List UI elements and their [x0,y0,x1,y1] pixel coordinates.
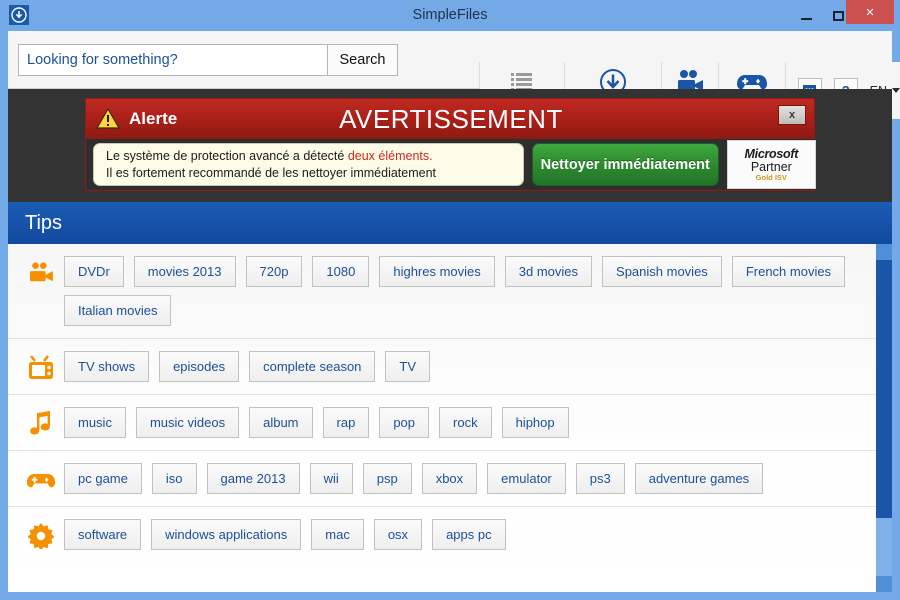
tv-icon [26,353,56,383]
chevron-down-icon [892,88,900,93]
tag-button[interactable]: apps pc [432,519,506,550]
advertisement-body: Le système de protection avancé a détect… [86,139,816,190]
minimize-button[interactable] [790,0,822,31]
tag-button[interactable]: French movies [731,256,846,287]
maximize-icon [832,10,844,21]
tag-button[interactable]: highres movies [379,256,495,287]
tag-button[interactable]: mac [311,519,364,550]
tag-button[interactable]: music [64,407,126,438]
title-bar: SimpleFiles × [0,0,900,31]
tag-button[interactable]: psp [362,463,412,494]
partner-brand: Microsoft [744,147,799,161]
tag-row-tv: TV shows episodes complete season TV [8,338,892,394]
tips-content: DVDr movies 2013 720p 1080 highres movies 3d … [8,244,892,592]
video-camera-icon [26,258,56,288]
tag-list: music music videos album rap pop rock hiphop [64,407,892,438]
tag-button[interactable]: rap [322,407,370,438]
tag-button[interactable]: 1080 [312,256,370,287]
tag-button[interactable]: xbox [421,463,478,494]
scroll-down-button[interactable] [876,576,892,592]
advertisement-band: AVERTISSEMENT Alerte x Le système de pro… [8,89,892,202]
partner-tier: Partner [750,160,792,174]
advertisement-message: Le système de protection avancé a détect… [93,143,524,186]
tag-button[interactable]: pc game [64,463,142,494]
tag-button[interactable]: DVDr [64,256,124,287]
gamepad-icon [26,465,56,495]
tag-row-games: pc game iso game 2013 wii psp xbox emulator ps3… [8,450,892,506]
tag-button[interactable]: game 2013 [206,463,300,494]
search-box: Search [18,44,398,76]
tag-button[interactable]: 3d movies [504,256,593,287]
tag-button[interactable]: pop [379,407,430,438]
tag-button[interactable]: movies 2013 [133,256,236,287]
tag-button[interactable]: adventure games [634,463,764,494]
scroll-up-button[interactable] [876,244,892,260]
tips-header: Tips [8,202,892,244]
tag-button[interactable]: software [64,519,142,550]
tag-row-software: software windows applications mac osx apps p… [8,506,892,562]
gear-icon [26,521,56,551]
partner-level: Gold ISV [755,173,787,182]
advertisement-clean-button[interactable]: Nettoyer immédiatement [531,143,719,186]
advertisement-close-button[interactable]: x [778,105,806,125]
tag-button[interactable]: episodes [159,351,240,382]
window-title: SimpleFiles [412,7,488,23]
advertisement-message-highlight: deux éléments. [347,148,433,163]
advertisement-headline: AVERTISSEMENT [339,104,563,134]
music-note-icon [26,409,56,439]
tag-row-music: music music videos album rap pop rock hiphop [8,394,892,450]
tag-button[interactable]: wii [309,463,353,494]
tag-row-movies: DVDr movies 2013 720p 1080 highres movies 3d … [8,244,892,338]
tag-list: software windows applications mac osx apps p… [64,519,892,550]
tag-button[interactable]: windows applications [151,519,302,550]
advertisement-message-text: Le système de protection avancé a détect… [106,148,348,163]
advertisement[interactable]: AVERTISSEMENT Alerte x Le système de pro… [85,98,816,191]
microsoft-partner-logo: Microsoft Partner Gold ISV [726,140,816,189]
application-window: SimpleFiles × Search Simple Files [0,0,900,600]
tag-button[interactable]: Italian movies [64,295,172,326]
tag-button[interactable]: Spanish movies [602,256,722,287]
tag-button[interactable]: osx [373,519,423,550]
advertisement-message-line2: Il es fortement recommandé de les nettoy… [106,165,437,180]
tag-button[interactable]: music videos [135,407,240,438]
tag-button[interactable]: album [249,407,313,438]
tag-button[interactable]: TV [385,351,431,382]
close-icon: x [788,109,796,121]
tag-button[interactable]: hiphop [501,407,569,438]
search-input[interactable] [19,45,327,75]
content-scrollbar[interactable] [876,244,892,592]
tag-button[interactable]: complete season [249,351,376,382]
tag-button[interactable]: TV shows [64,351,150,382]
tag-list: DVDr movies 2013 720p 1080 highres movies 3d … [64,256,892,326]
tag-button[interactable]: iso [151,463,197,494]
close-button[interactable]: × [846,0,894,24]
tag-button[interactable]: emulator [487,463,566,494]
toolbar: Search Simple Files [8,31,900,119]
close-icon: × [865,3,875,21]
scrollbar-thumb[interactable] [876,260,892,518]
search-button[interactable]: Search [327,45,397,75]
tag-button[interactable]: 720p [245,256,303,287]
tag-button[interactable]: ps3 [575,463,625,494]
tag-list: TV shows episodes complete season TV [64,351,892,382]
tag-button[interactable]: rock [439,407,492,438]
minimize-icon [800,17,812,20]
advertisement-message-line1: Le système de protection avancé a détect… [106,148,523,165]
advertisement-header: AVERTISSEMENT Alerte x [86,99,814,139]
tag-list: pc game iso game 2013 wii psp xbox emulator ps3… [64,463,892,494]
page-title: Tips [25,212,63,234]
